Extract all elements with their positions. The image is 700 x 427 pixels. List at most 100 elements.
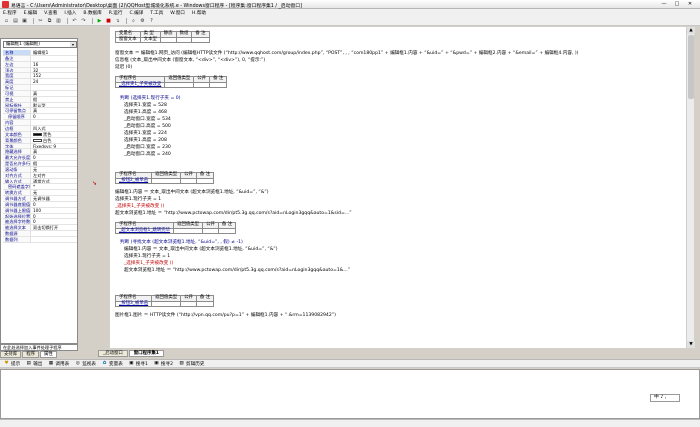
open-icon[interactable]: ▤ xyxy=(12,18,19,24)
property-value[interactable]: 32 xyxy=(31,68,77,73)
menu-tools[interactable]: T.工具 xyxy=(150,10,163,16)
scroll-down-icon[interactable]: ▼ xyxy=(687,341,695,348)
table-cell[interactable] xyxy=(151,177,182,185)
code-line[interactable]: 延迟 (0) xyxy=(115,65,132,70)
code-line[interactable]: 选择夹1.现行子夹 = 1 xyxy=(124,254,170,259)
save-icon[interactable]: ▣ xyxy=(21,18,28,24)
property-value[interactable]: 假 xyxy=(31,97,77,102)
property-value[interactable]: 凹入式 xyxy=(31,126,77,131)
menu-edit[interactable]: E.编辑 xyxy=(24,10,38,16)
property-value[interactable]: 通常方式 xyxy=(31,179,77,184)
property-value[interactable]: 无调节器 xyxy=(31,196,77,201)
undo-icon[interactable]: ↶ xyxy=(71,18,78,24)
table-cell[interactable]: 窗窗文本 xyxy=(115,36,141,44)
close-button[interactable]: ✕ xyxy=(684,1,696,8)
maximize-button[interactable]: □ xyxy=(671,1,683,8)
code-line[interactable]: 选择夹1.高度 = 208 xyxy=(124,138,167,143)
table-cell[interactable] xyxy=(193,81,211,89)
property-value[interactable]: 黑色 xyxy=(31,132,77,137)
menu-window[interactable]: W.窗口 xyxy=(170,10,185,16)
code-line[interactable]: 编辑框1.内容 ＝ 文本_取出中间文本 (超文本浏览框1.地址, “&uid=”… xyxy=(124,247,278,252)
property-value[interactable]: 白色 xyxy=(31,138,77,143)
code-line[interactable]: 图片框1.图片 ＝ HTTP读文件 (“http://vpn.qq.com/pu… xyxy=(115,313,336,318)
redo-icon[interactable]: ↷ xyxy=(80,18,87,24)
subroutine-name[interactable]: _按钮2_被单击 xyxy=(114,177,153,185)
property-value[interactable]: 左对齐 xyxy=(31,173,77,178)
new-icon[interactable]: ▫ xyxy=(3,18,10,24)
property-value[interactable]: 24 xyxy=(31,79,77,84)
code-line[interactable]: 超文本浏览框1.地址 ＝ “http://www.pctowap.com/dir… xyxy=(124,268,350,273)
property-value[interactable]: 真 xyxy=(31,91,77,96)
step-icon[interactable]: ↴ xyxy=(114,18,121,24)
output-tab-hint[interactable]: ♥ 提示 xyxy=(4,361,20,367)
menu-compile[interactable]: C.编译 xyxy=(129,10,143,16)
code-line[interactable]: 判断 (寻找文本 (超文本浏览框1.地址, “&uid=”, , 假) ≠ -1… xyxy=(120,240,243,245)
tab-program[interactable]: 程序 xyxy=(22,351,39,358)
menu-insert[interactable]: I.插入 xyxy=(64,10,76,16)
event-hint[interactable]: 在此处选择加入事件处理子程序 xyxy=(0,344,78,351)
menu-help[interactable]: H.帮助 xyxy=(192,10,206,16)
code-line[interactable]: 选择夹1.现行子夹 = 1 xyxy=(115,197,161,202)
property-value[interactable]: 0 xyxy=(31,202,77,207)
property-value[interactable] xyxy=(31,120,77,125)
code-line[interactable]: 窗窗文本 ＝ 编辑框1.网页_访问 (编辑框HTTP读文件 (“http://w… xyxy=(115,51,578,56)
menu-database[interactable]: B.数据库 xyxy=(83,10,101,16)
output-tab-output[interactable]: ▤ 输出 xyxy=(26,361,43,367)
output-tab-call-table[interactable]: ▦ 调用表 xyxy=(48,361,69,367)
table-cell[interactable] xyxy=(209,81,228,89)
tab-start-window[interactable]: _启动窗口 xyxy=(98,350,128,357)
menu-run[interactable]: R.运行 xyxy=(109,10,123,16)
property-value[interactable] xyxy=(31,231,77,236)
table-cell[interactable] xyxy=(159,36,177,44)
table-cell[interactable] xyxy=(175,36,193,44)
vertical-scrollbar[interactable]: ▲ ▼ xyxy=(686,27,695,348)
property-value[interactable]: 100 xyxy=(31,208,77,213)
table-cell[interactable] xyxy=(164,81,195,89)
property-value[interactable]: 0 xyxy=(31,219,77,225)
property-value[interactable]: 真 xyxy=(31,108,77,114)
code-line[interactable]: _启动窗口.宽度 = 230 xyxy=(124,145,171,150)
property-value[interactable]: * xyxy=(31,184,77,189)
scroll-up-icon[interactable]: ▲ xyxy=(687,27,695,34)
property-value[interactable] xyxy=(31,56,77,61)
find-icon[interactable]: ⌕ xyxy=(130,18,137,24)
code-line[interactable]: 判断 (选择夹1.现行子夹 = 0) xyxy=(120,96,180,101)
stop-icon[interactable]: ■ xyxy=(105,18,112,24)
compile-icon[interactable]: ⚙ xyxy=(139,18,146,24)
table-cell[interactable] xyxy=(202,227,219,235)
minimize-button[interactable]: — xyxy=(658,1,670,8)
code-line[interactable]: 编辑框1.内容 ＝ 文本_取出中间文本 (超文本浏览框1.地址, “&uid=”… xyxy=(115,190,269,195)
subroutine-name[interactable]: _按钮3_被单击 xyxy=(114,300,153,308)
code-line[interactable]: 选择夹1.高度 = 468 xyxy=(124,110,167,115)
code-line[interactable]: 选择夹1.宽度 = 528 xyxy=(124,103,167,108)
property-value[interactable]: 无 xyxy=(31,190,77,195)
subroutine-name[interactable]: _超文本浏览框1_跳转完毕 xyxy=(114,227,175,235)
table-cell[interactable] xyxy=(195,300,215,308)
code-line[interactable]: 信息框 (文本_取出中间文本 (窗窗文本, “<div>”, “<div>”),… xyxy=(115,58,265,63)
property-value[interactable] xyxy=(31,85,77,90)
property-value[interactable]: 双击切换打开 xyxy=(31,225,77,230)
scrollbar-thumb[interactable] xyxy=(688,35,694,99)
code-line[interactable]: 选择夹1.宽度 = 224 xyxy=(124,131,167,136)
output-tab-watch[interactable]: ◎ 监视表 xyxy=(75,361,96,367)
output-panel[interactable] xyxy=(0,369,700,419)
property-value[interactable]: 默认型 xyxy=(31,103,77,108)
property-value[interactable]: 0 xyxy=(31,155,77,160)
property-row[interactable]: 数据列 xyxy=(3,237,77,243)
output-tab-search2[interactable]: ▣ 搜寻2 xyxy=(154,361,173,367)
output-tab-variables[interactable]: ✿ 变量表 xyxy=(102,361,123,367)
property-value[interactable]: Fixedsys: 9 xyxy=(31,144,77,149)
table-cell[interactable] xyxy=(151,300,182,308)
table-cell[interactable] xyxy=(195,177,215,185)
code-line[interactable]: 超文本浏览框1.地址 ＝ “http://www.pctowap.com/dir… xyxy=(115,211,352,216)
cut-icon[interactable]: ✂ xyxy=(37,18,44,24)
table-cell[interactable] xyxy=(173,227,204,235)
code-line[interactable]: _选择夹1_子夹被改变 () xyxy=(115,204,164,209)
run-icon[interactable]: ▶ xyxy=(96,18,103,24)
property-value[interactable]: 0 xyxy=(31,114,77,119)
table-cell[interactable] xyxy=(191,36,210,44)
code-line[interactable]: _启动窗口.高度 = 240 xyxy=(124,152,171,157)
tab-properties[interactable]: 属性 xyxy=(39,351,57,358)
property-value[interactable]: 真 xyxy=(31,149,77,154)
property-value[interactable] xyxy=(31,237,77,242)
